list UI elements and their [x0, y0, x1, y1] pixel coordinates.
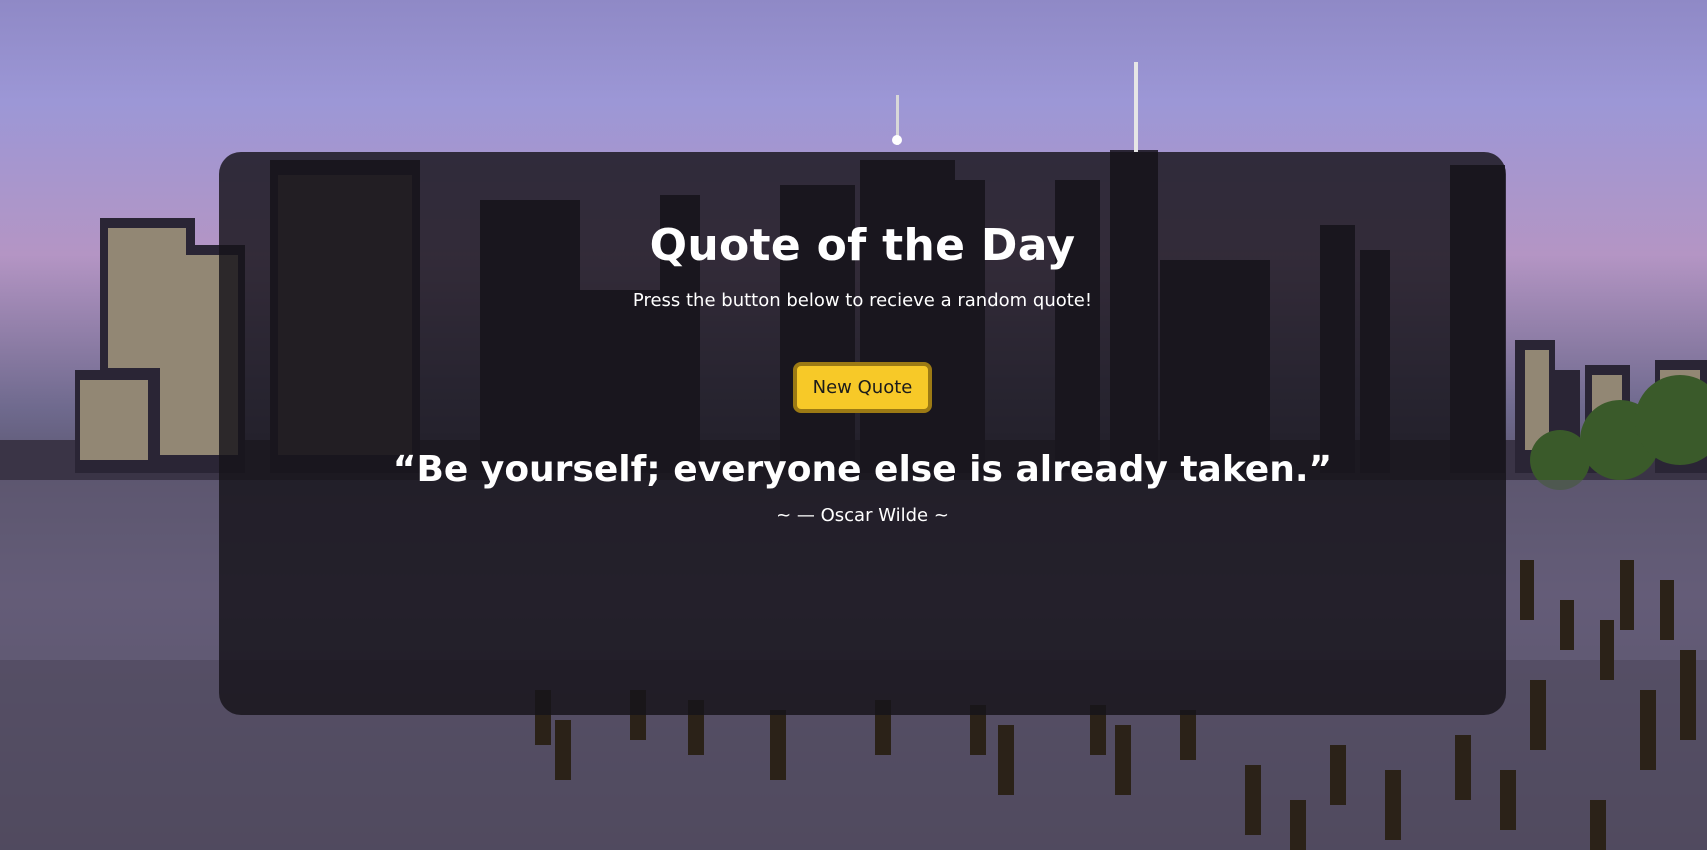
- new-quote-button[interactable]: New Quote: [793, 362, 932, 413]
- page-subtitle: Press the button below to recieve a rand…: [632, 290, 1093, 311]
- quote-text: “Be yourself; everyone else is already t…: [392, 449, 1333, 490]
- quote-card: Quote of the Day Press the button below …: [219, 152, 1506, 715]
- quote-author: ~ — Oscar Wilde ~: [776, 505, 949, 526]
- page-title: Quote of the Day: [649, 220, 1076, 271]
